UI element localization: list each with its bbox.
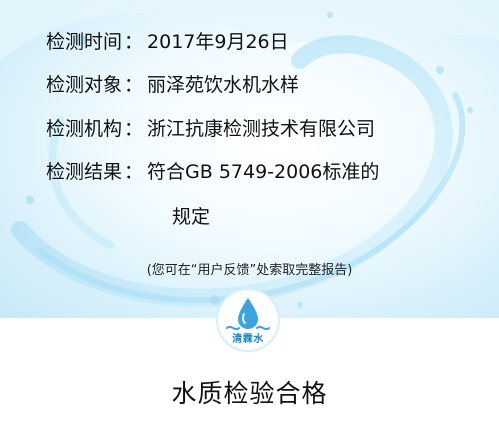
info-separator: ： (124, 118, 144, 140)
logo-text: 清霖水 (232, 334, 264, 345)
info-row-test-agency: 检测机构：浙江抗康检测技术有限公司 (46, 117, 375, 141)
info-result-continuation: 规定 (172, 206, 211, 228)
info-label: 检测机构 (46, 118, 123, 140)
feedback-note: (您可在“用户反馈”处索取完整报告) (146, 263, 353, 278)
info-value: 丽泽苑饮水机水样 (147, 74, 300, 96)
quality-pass-title: 水质检验合格 (171, 379, 328, 408)
brand-logo: 清霖水 (218, 290, 278, 350)
info-value: 符合GB 5749-2006标准的 (147, 161, 380, 183)
report-card: 检测时间： 2017年9月26日 检测对象：丽泽苑饮水机水样 检测机构：浙江抗康检… (0, 0, 499, 441)
info-value: 2017年9月26日 (147, 31, 289, 53)
report-header-area: 检测时间： 2017年9月26日 检测对象：丽泽苑饮水机水样 检测机构：浙江抗康检… (0, 0, 499, 318)
info-separator: ： (124, 161, 144, 183)
info-value: 浙江抗康检测技术有限公司 (147, 118, 376, 140)
info-row-test-object: 检测对象：丽泽苑饮水机水样 (46, 73, 299, 97)
info-label: 检测结果 (46, 161, 123, 183)
info-label: 检测对象 (46, 74, 123, 96)
info-row-test-time: 检测时间： 2017年9月26日 (46, 30, 289, 54)
info-label: 检测时间 (46, 31, 123, 53)
info-row-test-result: 检测结果：符合GB 5749-2006标准的 (46, 160, 379, 184)
info-separator: ： (124, 31, 144, 53)
info-separator: ： (124, 74, 144, 96)
